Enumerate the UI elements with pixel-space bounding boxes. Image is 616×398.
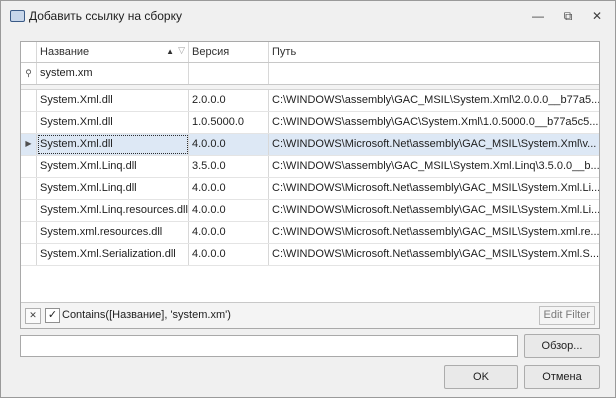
row-indicator xyxy=(21,112,37,133)
cell-name[interactable]: System.Xml.Linq.resources.dll xyxy=(37,200,189,221)
cell-version[interactable]: 4.0.0.0 xyxy=(189,134,269,155)
cell-name[interactable]: System.Xml.Linq.dll xyxy=(37,178,189,199)
column-header-path[interactable]: Путь xyxy=(269,42,599,62)
column-header-path-label: Путь xyxy=(272,46,297,58)
filter-enabled-checkbox[interactable]: ✓ xyxy=(45,308,60,323)
table-row[interactable]: System.Xml.dll 1.0.5000.0 C:\WINDOWS\ass… xyxy=(21,112,599,134)
table-row[interactable]: System.Xml.dll 2.0.0.0 C:\WINDOWS\assemb… xyxy=(21,90,599,112)
minimize-icon[interactable]: — xyxy=(527,7,549,25)
browse-button[interactable]: Обзор... xyxy=(524,334,600,358)
row-pointer-icon: ▶ xyxy=(21,134,37,155)
version-filter-input[interactable] xyxy=(189,63,269,84)
edit-filter-button[interactable]: Edit Filter xyxy=(538,306,595,325)
cell-name[interactable]: System.Xml.dll xyxy=(37,112,189,133)
cell-version[interactable]: 3.5.0.0 xyxy=(189,156,269,177)
restore-icon[interactable]: ⧉ xyxy=(557,7,579,25)
row-indicator xyxy=(21,244,37,265)
cell-version[interactable]: 2.0.0.0 xyxy=(189,90,269,111)
table-row-selected[interactable]: ▶ System.Xml.dll 4.0.0.0 C:\WINDOWS\Micr… xyxy=(21,134,599,156)
cell-path[interactable]: C:\WINDOWS\Microsoft.Net\assembly\GAC_MS… xyxy=(269,178,599,199)
cell-name[interactable]: System.xml.resources.dll xyxy=(37,222,189,243)
cell-path[interactable]: C:\WINDOWS\Microsoft.Net\assembly\GAC_MS… xyxy=(269,222,599,243)
column-header-version[interactable]: Версия xyxy=(189,42,269,62)
cell-path[interactable]: C:\WINDOWS\assembly\GAC\System.Xml\1.0.5… xyxy=(269,112,599,133)
dialog-window: Добавить ссылку на сборку — ⧉ ✕ Название… xyxy=(0,0,616,398)
cell-version[interactable]: 4.0.0.0 xyxy=(189,244,269,265)
cell-version[interactable]: 1.0.5000.0 xyxy=(189,112,269,133)
title-bar[interactable]: Добавить ссылку на сборку — ⧉ ✕ xyxy=(1,1,615,31)
row-indicator xyxy=(21,200,37,221)
cell-version[interactable]: 4.0.0.0 xyxy=(189,222,269,243)
clear-filter-icon[interactable]: ✕ xyxy=(25,308,41,324)
grid-header: Название ▲ ▽ Версия Путь xyxy=(21,42,599,63)
window-title: Добавить ссылку на сборку xyxy=(29,9,182,23)
assembly-grid: Название ▲ ▽ Версия Путь ⚲ system.xm Sys… xyxy=(20,41,600,329)
assembly-path-field[interactable] xyxy=(20,335,518,357)
filter-panel: ✕ ✓ Contains([Название], 'system.xm') Ed… xyxy=(21,302,599,328)
table-row[interactable]: System.Xml.Serialization.dll 4.0.0.0 C:\… xyxy=(21,244,599,266)
cell-version[interactable]: 4.0.0.0 xyxy=(189,178,269,199)
close-icon[interactable]: ✕ xyxy=(586,7,608,25)
table-row[interactable]: System.Xml.Linq.dll 3.5.0.0 C:\WINDOWS\a… xyxy=(21,156,599,178)
cell-version[interactable]: 4.0.0.0 xyxy=(189,200,269,221)
path-filter-input[interactable] xyxy=(269,63,599,84)
grid-rows: System.Xml.dll 2.0.0.0 C:\WINDOWS\assemb… xyxy=(21,90,599,266)
cell-path[interactable]: C:\WINDOWS\Microsoft.Net\assembly\GAC_MS… xyxy=(269,134,599,155)
table-row[interactable]: System.Xml.Linq.dll 4.0.0.0 C:\WINDOWS\M… xyxy=(21,178,599,200)
app-window-icon xyxy=(10,10,25,22)
row-indicator xyxy=(21,156,37,177)
filter-row-icon: ⚲ xyxy=(21,63,37,84)
cell-path[interactable]: C:\WINDOWS\assembly\GAC_MSIL\System.Xml.… xyxy=(269,156,599,177)
cell-name[interactable]: System.Xml.dll xyxy=(37,134,189,155)
cell-name[interactable]: System.Xml.dll xyxy=(37,90,189,111)
table-row[interactable]: System.Xml.Linq.resources.dll 4.0.0.0 C:… xyxy=(21,200,599,222)
auto-filter-row: ⚲ system.xm xyxy=(21,63,599,85)
cell-path[interactable]: C:\WINDOWS\assembly\GAC_MSIL\System.Xml\… xyxy=(269,90,599,111)
ok-button[interactable]: OK xyxy=(444,365,518,389)
header-indicator-cell xyxy=(21,42,37,62)
cell-path[interactable]: C:\WINDOWS\Microsoft.Net\assembly\GAC_MS… xyxy=(269,244,599,265)
row-indicator xyxy=(21,222,37,243)
sort-ascending-icon: ▲ xyxy=(166,47,174,56)
row-indicator xyxy=(21,90,37,111)
column-header-name-label: Название xyxy=(40,46,90,58)
cell-name[interactable]: System.Xml.Serialization.dll xyxy=(37,244,189,265)
table-row[interactable]: System.xml.resources.dll 4.0.0.0 C:\WIND… xyxy=(21,222,599,244)
column-header-name[interactable]: Название ▲ ▽ xyxy=(37,42,189,62)
name-filter-input[interactable]: system.xm xyxy=(37,63,189,84)
cancel-button[interactable]: Отмена xyxy=(524,365,600,389)
row-indicator xyxy=(21,178,37,199)
column-header-version-label: Версия xyxy=(192,46,230,58)
funnel-icon[interactable]: ▽ xyxy=(178,42,185,60)
filter-expression[interactable]: Contains([Название], 'system.xm') xyxy=(62,309,231,321)
cell-name[interactable]: System.Xml.Linq.dll xyxy=(37,156,189,177)
cell-path[interactable]: C:\WINDOWS\Microsoft.Net\assembly\GAC_MS… xyxy=(269,200,599,221)
